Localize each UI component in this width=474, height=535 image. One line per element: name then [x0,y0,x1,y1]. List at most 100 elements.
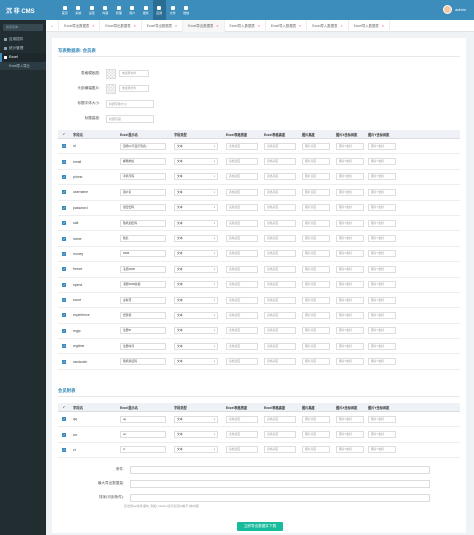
close-icon[interactable]: × [175,20,177,32]
width-input[interactable]: 表格宽度 [226,250,258,258]
img-x-input[interactable]: 图片X坐标 [336,204,364,212]
img-x-input[interactable]: 图片X坐标 [336,342,364,350]
row-checkbox[interactable]: ✓ [62,282,66,287]
display-name-input[interactable]: 冻结RMB [120,265,166,273]
close-icon[interactable]: × [340,20,342,32]
close-icon[interactable]: × [134,20,136,32]
field-type-select[interactable]: 文本 ▾ [174,204,218,212]
width-input[interactable]: 表格宽度 [226,311,258,319]
width-input[interactable]: 表格宽度 [226,188,258,196]
nav-item-users[interactable]: 用户 [126,0,140,20]
img-height-input[interactable]: 图片高度 [302,265,330,273]
sidebar-subitem-excel-io[interactable]: Excel导入导出 [0,62,46,70]
height-input[interactable]: 表格高度 [264,327,296,335]
display-name-input[interactable]: 注册时间 [120,342,166,350]
row-checkbox[interactable]: ✓ [62,174,66,179]
tab-active[interactable]: Excel导出数据表 × [183,19,225,32]
field-type-select[interactable]: 文本 ▾ [174,235,218,243]
img-y-input[interactable]: 图片Y坐标 [368,311,396,319]
app-logo[interactable]: 沉 非 CMS [6,6,35,15]
nav-item-files[interactable]: 文件 [166,0,180,20]
nav-item-wechat[interactable]: 微信 [180,0,194,20]
row-checkbox[interactable]: ✓ [62,328,66,333]
width-input[interactable]: 表格宽度 [226,296,258,304]
row-checkbox[interactable]: ✓ [62,298,66,303]
img-y-input[interactable]: 图片Y坐标 [368,219,396,227]
img-x-input[interactable]: 图片X坐标 [336,358,364,366]
img-y-input[interactable]: 图片Y坐标 [368,204,396,212]
img-height-input[interactable]: 图片高度 [302,415,330,423]
tab[interactable]: Excel导出数据表 × [59,19,101,32]
width-input[interactable]: 表格宽度 [226,327,258,335]
height-input[interactable]: 表格高度 [264,296,296,304]
width-input[interactable]: 表格宽度 [226,415,258,423]
img-y-input[interactable]: 图片Y坐标 [368,188,396,196]
field-type-select[interactable]: 文本 ▾ [174,158,218,166]
img-y-input[interactable]: 图片Y坐标 [368,415,396,423]
width-input[interactable]: 表格宽度 [226,235,258,243]
img-x-input[interactable]: 图片X坐标 [336,431,364,439]
img-height-input[interactable]: 图片高度 [302,358,330,366]
img-y-input[interactable]: 图片Y坐标 [368,431,396,439]
field-type-select[interactable]: 文本 ▾ [174,281,218,289]
nav-item-system[interactable]: 系统 [72,0,86,20]
tab[interactable]: Excel导入数据表 × [307,19,349,32]
img-height-input[interactable]: 图片高度 [302,446,330,454]
row-checkbox[interactable]: ✓ [62,359,66,364]
img-height-input[interactable]: 图片高度 [302,235,330,243]
field-type-select[interactable]: 文本 ▾ [174,142,218,150]
img-x-input[interactable]: 图片X坐标 [336,265,364,273]
field-type-select[interactable]: 文本 ▾ [174,358,218,366]
height-input[interactable]: 表格高度 [264,281,296,289]
height-input[interactable]: 表格高度 [264,235,296,243]
height-input[interactable]: 表格高度 [264,219,296,227]
row-checkbox[interactable]: ✓ [62,205,66,210]
header-height-input[interactable]: 标题高度 [106,114,154,123]
img-height-input[interactable]: 图片高度 [302,311,330,319]
display-name-input[interactable]: 消费RMB总额 [120,281,166,289]
img-y-input[interactable]: 图片Y坐标 [368,446,396,454]
tab[interactable]: Excel导出数据表 × [100,19,142,32]
row-checkbox[interactable]: ✓ [62,447,66,452]
field-type-select[interactable]: 文本 ▾ [174,446,218,454]
close-icon[interactable]: × [92,20,94,32]
height-input[interactable]: 表格高度 [264,415,296,423]
height-input[interactable]: 表格高度 [264,142,296,150]
img-height-input[interactable]: 图片高度 [302,188,330,196]
height-input[interactable]: 表格高度 [264,204,296,212]
display-name-input[interactable]: qq [120,415,166,423]
field-type-select[interactable]: 文本 ▾ [174,342,218,350]
sidebar-search-input[interactable]: 搜索菜单... [3,24,43,31]
width-input[interactable]: 表格宽度 [226,431,258,439]
display-name-input[interactable]: 手机号码 [120,173,166,181]
img-x-input[interactable]: 图片X坐标 [336,235,364,243]
height-input[interactable]: 表格高度 [264,158,296,166]
img-y-input[interactable]: 图片Y坐标 [368,250,396,258]
display-name-input[interactable]: 自增id(不显示到表) [120,142,166,150]
img-x-input[interactable]: 图片X坐标 [336,158,364,166]
img-height-input[interactable]: 图片高度 [302,158,330,166]
height-input[interactable]: 表格高度 [264,188,296,196]
img-y-input[interactable]: 图片Y坐标 [368,327,396,335]
sidebar-item-stats[interactable]: 统计管理 [0,44,46,53]
img-x-input[interactable]: 图片X坐标 [336,250,364,258]
row-checkbox[interactable]: ✓ [62,313,66,318]
width-input[interactable]: 表格宽度 [226,281,258,289]
display-name-input[interactable]: 注册IP [120,327,166,335]
img-y-input[interactable]: 图片Y坐标 [368,265,396,273]
row-checkbox[interactable]: ✓ [62,344,66,349]
field-type-select[interactable]: 文本 ▾ [174,431,218,439]
img-y-input[interactable]: 图片Y坐标 [368,235,396,243]
display-name-input[interactable]: wx [120,431,166,439]
close-icon[interactable]: × [382,20,384,32]
img-x-input[interactable]: 图片X坐标 [336,311,364,319]
nav-item-settings[interactable]: 设置 [85,0,99,20]
field-type-select[interactable]: 文本 ▾ [174,250,218,258]
export-submit-button[interactable]: 立即导出数据并下载 [237,522,283,531]
width-input[interactable]: 表格宽度 [226,219,258,227]
display-name-input[interactable]: 用户名 [120,188,166,196]
field-type-select[interactable]: 文本 ▾ [174,188,218,196]
nav-item-home[interactable]: 首页 [58,0,72,20]
display-name-input[interactable]: 随机加密码 [120,219,166,227]
height-input[interactable]: 表格高度 [264,358,296,366]
